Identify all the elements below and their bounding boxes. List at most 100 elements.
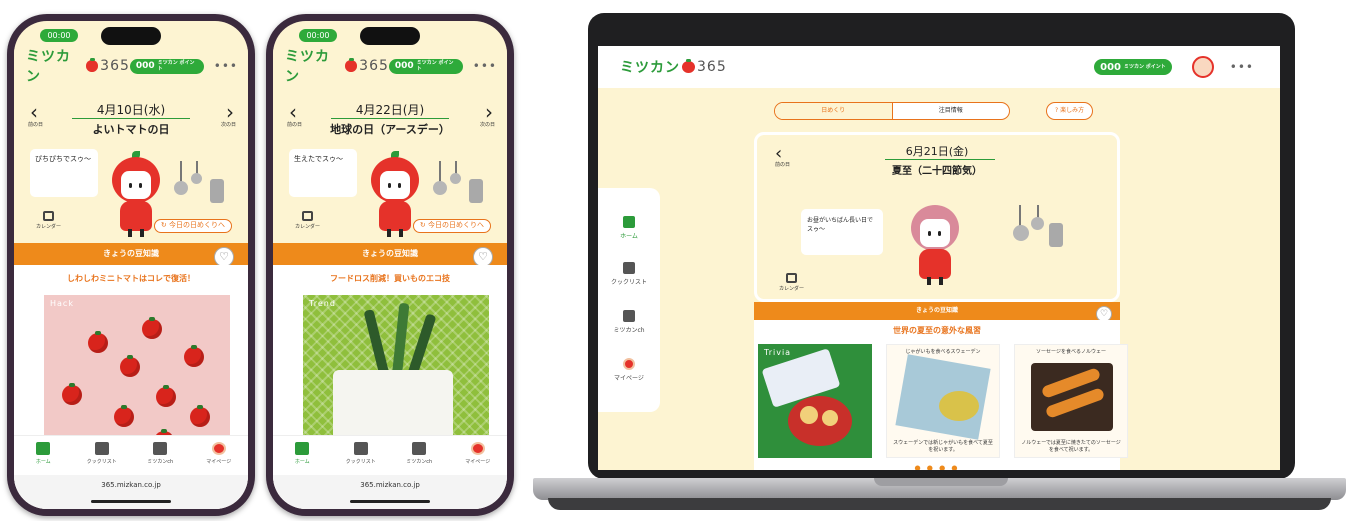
how-to-enjoy-button[interactable]: ? 楽しみ方 xyxy=(1046,102,1094,120)
app-header: ミツカン 365 000 ミツカン ポイント ••• xyxy=(273,46,507,86)
tab-mypage[interactable]: マイページ xyxy=(190,436,249,475)
next-day-label: 次の日 xyxy=(479,122,495,128)
tab-home[interactable]: ホーム xyxy=(273,436,332,475)
calendar-icon xyxy=(302,211,313,221)
logo-number: 365 xyxy=(697,59,727,75)
carousel-pager[interactable]: ● ● ● ● xyxy=(754,464,1120,470)
logo-text: ミツカン xyxy=(26,49,71,85)
trivia-title[interactable]: フードロス削減！買いものエコ技 xyxy=(273,273,507,284)
points-badge[interactable]: 000 ミツカン ポイント xyxy=(129,58,204,74)
points-value: 000 xyxy=(1100,61,1122,73)
calendar-button[interactable]: カレンダー xyxy=(779,273,804,292)
tab-mypage[interactable]: マイページ xyxy=(449,436,508,475)
tab-channel[interactable]: ミツカンch xyxy=(390,436,449,475)
dynamic-island xyxy=(360,27,420,45)
points-badge[interactable]: 000 ミツカン ポイント xyxy=(388,58,463,74)
tab-label: ホーム xyxy=(294,459,310,465)
trivia-slide-2[interactable]: じゃがいもを食べるスウェーデン スウェーデンでは新じゃがいもを食べて夏至を祝いま… xyxy=(886,344,1000,458)
calendar-label: カレンダー xyxy=(295,224,321,230)
date-text: 4月22日(月) xyxy=(355,103,425,117)
tomato-logo-icon xyxy=(85,58,99,72)
points-badge[interactable]: 000 ミツカン ポイント xyxy=(1094,59,1172,75)
side-nav: ホーム クックリスト ミツカンch マイページ xyxy=(598,188,660,412)
tomato-logo-icon xyxy=(682,59,695,73)
kitchen-utensils-illustration xyxy=(1005,205,1065,255)
tab-channel[interactable]: ミツカンch xyxy=(131,436,190,475)
sidebar-item-cooklist[interactable]: クックリスト xyxy=(598,262,660,286)
more-menu-icon[interactable]: ••• xyxy=(1230,60,1254,74)
calendar-label: カレンダー xyxy=(36,224,62,230)
tab-home[interactable]: ホーム xyxy=(14,436,73,475)
points-unit: ミツカン ポイント xyxy=(157,60,195,72)
stage: 00:00 ミツカン 365 000 ミツカン ポイント ••• ‹ 前の日 4… xyxy=(0,0,1346,521)
event-title: よいトマトの日 xyxy=(92,123,170,136)
kitchen-utensils-illustration xyxy=(166,161,226,211)
trivia-title[interactable]: 世界の夏至の意外な風習 xyxy=(754,325,1120,336)
more-menu-icon[interactable]: ••• xyxy=(473,59,497,73)
tab-label: ミツカンch xyxy=(406,459,433,465)
slide-caption-top: ソーセージを食べるノルウェー xyxy=(1036,349,1106,355)
date-nav: ‹ 前の日 4月22日(月) 地球の日（アースデー） › 次の日 xyxy=(273,99,507,139)
laptop-bottom xyxy=(548,498,1331,510)
tab-cooklist[interactable]: クックリスト xyxy=(73,436,132,475)
status-time: 00:00 xyxy=(299,29,337,42)
avatar[interactable] xyxy=(1191,56,1214,78)
trivia-slide-1[interactable]: Trivia xyxy=(758,344,872,458)
phone-screen-1: 00:00 ミツカン 365 000 ミツカン ポイント ••• ‹ 前の日 4… xyxy=(14,21,248,509)
trivia-content: 世界の夏至の意外な風習 Trivia じゃがいもを食べるスウェーデン スウェーデ… xyxy=(754,320,1128,470)
next-day-icon[interactable]: › xyxy=(485,102,493,122)
browser-url-bar[interactable]: 365.mizkan.co.jp xyxy=(273,475,507,509)
sidebar-item-home[interactable]: ホーム xyxy=(598,216,660,240)
phone-frame-1: 00:00 ミツカン 365 000 ミツカン ポイント ••• ‹ 前の日 4… xyxy=(7,14,255,516)
daily-card: ‹ 前の日 6月21日(金) 夏至（二十四節気） お昼がいちばん長い日でスゥ〜 … xyxy=(754,132,1120,302)
sidebar-item-label: ミツカンch xyxy=(613,327,645,334)
logo-number: 365 xyxy=(100,58,130,74)
cooklist-icon xyxy=(623,262,635,274)
more-menu-icon[interactable]: ••• xyxy=(214,59,238,73)
tab-daily[interactable]: 日めくり xyxy=(775,103,893,119)
speech-bubble: 生えたでスゥ〜 xyxy=(289,149,357,197)
sidebar-item-mypage[interactable]: マイページ xyxy=(598,358,660,382)
points-value: 000 xyxy=(135,60,155,71)
tab-label: マイページ xyxy=(206,459,232,465)
browser-url-bar[interactable]: 365.mizkan.co.jp xyxy=(14,475,248,509)
bottom-tab-bar: ホーム クックリスト ミツカンch マイページ xyxy=(273,435,507,475)
points-value: 000 xyxy=(394,60,414,71)
cooklist-icon xyxy=(353,442,368,455)
today-button[interactable]: ↻ 今日の日めくりへ xyxy=(412,219,491,233)
how-to-enjoy-label: 楽しみ方 xyxy=(1060,107,1085,114)
url-text: 365.mizkan.co.jp xyxy=(360,481,420,489)
view-toggle: 日めくり 注目情報 xyxy=(774,102,1010,120)
kitchen-utensils-illustration xyxy=(425,161,485,211)
laptop-screen: ミツカン 365 000 ミツカン ポイント ••• 日めくり 注目情報 ? 楽… xyxy=(598,46,1280,470)
app-logo[interactable]: ミツカン 365 xyxy=(620,57,727,77)
calendar-button[interactable]: カレンダー xyxy=(295,211,320,230)
app-logo[interactable]: ミツカン 365 xyxy=(285,46,389,86)
today-button[interactable]: ↻ 今日の日めくりへ xyxy=(153,219,232,233)
next-day-icon[interactable]: › xyxy=(226,102,234,122)
trivia-title[interactable]: しわしわミニトマトはコレで復活！ xyxy=(14,273,248,284)
favorite-heart-icon[interactable]: ♡ xyxy=(473,247,493,267)
tab-featured[interactable]: 注目情報 xyxy=(893,103,1010,119)
logo-text: ミツカン xyxy=(285,49,330,85)
app-logo[interactable]: ミツカン 365 xyxy=(26,46,130,86)
phone-frame-2: 00:00 ミツカン 365 000 ミツカン ポイント ••• ‹ 前の日 4… xyxy=(266,14,514,516)
avatar-icon xyxy=(623,358,635,370)
laptop-trackpad-notch xyxy=(874,478,1008,486)
tab-label: マイページ xyxy=(465,459,491,465)
tab-cooklist[interactable]: クックリスト xyxy=(332,436,391,475)
trivia-section-header: きょうの豆知識 xyxy=(14,243,248,265)
calendar-button[interactable]: カレンダー xyxy=(36,211,61,230)
favorite-heart-icon[interactable]: ♡ xyxy=(214,247,234,267)
sidebar-item-channel[interactable]: ミツカンch xyxy=(598,310,660,334)
art-tag: Trend xyxy=(309,299,336,308)
home-indicator xyxy=(91,500,171,503)
avatar-icon xyxy=(211,442,226,455)
slide-caption-bottom: スウェーデンでは新じゃがいもを食べて夏至を祝います。 xyxy=(893,440,993,453)
date-divider xyxy=(885,159,995,160)
home-icon xyxy=(623,216,635,228)
date-divider xyxy=(72,118,190,119)
date-text: 4月10日(水) xyxy=(96,103,166,117)
avatar-icon xyxy=(470,442,485,455)
trivia-slide-3[interactable]: ソーセージを食べるノルウェー ノルウェーでは夏至に焼きたてのソーセージを食べて祝… xyxy=(1014,344,1128,458)
